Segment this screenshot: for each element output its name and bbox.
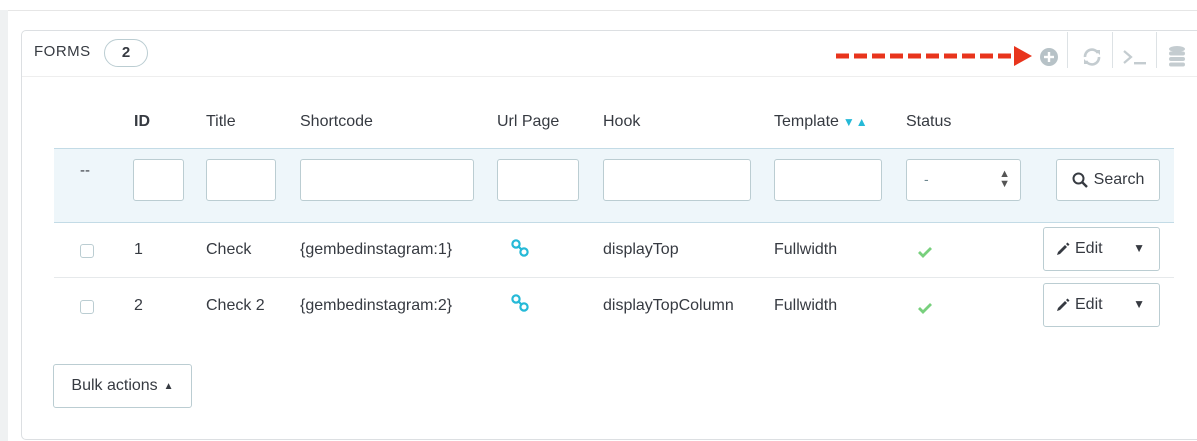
filter-status-select[interactable]: - ▲ ▼ [906, 159, 1021, 201]
refresh-icon [1083, 48, 1101, 66]
annotation-arrow-icon [836, 46, 1032, 66]
row-title: Check [206, 241, 252, 258]
column-header-shortcode[interactable]: Shortcode [300, 113, 373, 131]
filter-shortcode-input[interactable] [300, 159, 474, 201]
filter-id-input[interactable] [133, 159, 184, 201]
panel-title: FORMS [34, 43, 91, 60]
edit-button-label: Edit [1075, 296, 1103, 313]
row-hook: displayTopColumn [603, 297, 734, 314]
left-sidebar-edge [0, 10, 8, 441]
database-icon [1169, 46, 1185, 67]
filter-dash: -- [80, 162, 90, 179]
refresh-button[interactable] [1075, 40, 1109, 74]
forms-panel: FORMS 2 [21, 30, 1197, 440]
search-button[interactable]: Search [1056, 159, 1160, 201]
row-divider [54, 277, 1174, 278]
row-title: Check 2 [206, 297, 265, 314]
sql-manager-button[interactable] [1118, 40, 1152, 74]
edit-button-label: Edit [1075, 240, 1103, 257]
row-shortcode: {gembedinstagram:2} [300, 297, 453, 314]
edit-button[interactable]: Edit ▼ [1043, 283, 1160, 327]
column-header-hook[interactable]: Hook [603, 113, 640, 131]
edit-button[interactable]: Edit ▼ [1043, 227, 1160, 271]
filter-url-page-input[interactable] [497, 159, 579, 201]
top-divider [0, 10, 1197, 11]
column-header-url-page[interactable]: Url Page [497, 113, 559, 131]
column-header-title[interactable]: Title [206, 113, 236, 131]
sort-desc-asc-icon[interactable]: ▼▲ [843, 115, 869, 129]
toolbar-separator [1067, 32, 1068, 68]
row-id: 2 [134, 297, 143, 314]
count-badge: 2 [104, 39, 148, 67]
row-hook: displayTop [603, 241, 679, 258]
row-id: 1 [134, 241, 143, 258]
row-shortcode: {gembedinstagram:1} [300, 241, 453, 258]
export-button[interactable] [1162, 40, 1192, 74]
pencil-icon [1057, 242, 1070, 255]
check-icon[interactable] [917, 301, 933, 315]
column-header-status[interactable]: Status [906, 113, 951, 131]
select-updown-icon: ▲ ▼ [999, 168, 1010, 190]
toolbar-separator [1112, 32, 1113, 68]
dropdown-caret-icon[interactable]: ▼ [1133, 297, 1145, 311]
check-icon[interactable] [917, 245, 933, 259]
link-icon[interactable] [510, 293, 530, 313]
row-template: Fullwidth [774, 241, 838, 258]
bulk-actions-label: Bulk actions [71, 377, 158, 394]
link-icon[interactable] [510, 238, 530, 258]
search-button-label: Search [1093, 171, 1145, 188]
filter-title-input[interactable] [206, 159, 276, 201]
plus-circle-icon [1040, 48, 1058, 66]
add-new-button[interactable] [1033, 40, 1065, 74]
toolbar-separator [1156, 32, 1157, 68]
pencil-icon [1057, 298, 1070, 311]
row-checkbox[interactable] [80, 244, 94, 258]
row-template: Fullwidth [774, 297, 838, 314]
terminal-icon [1123, 50, 1146, 65]
dropdown-caret-icon[interactable]: ▼ [1133, 241, 1145, 255]
bulk-actions-button[interactable]: Bulk actions ▲ [53, 364, 192, 408]
column-header-template[interactable]: Template ▼▲ [774, 113, 869, 131]
filter-hook-input[interactable] [603, 159, 751, 201]
filter-status-value: - [924, 171, 929, 187]
search-icon [1072, 172, 1088, 188]
row-checkbox[interactable] [80, 300, 94, 314]
column-header-template-label: Template [774, 113, 839, 130]
column-header-id[interactable]: ID [134, 113, 150, 131]
filter-template-input[interactable] [774, 159, 882, 201]
caret-up-icon: ▲ [163, 380, 174, 392]
